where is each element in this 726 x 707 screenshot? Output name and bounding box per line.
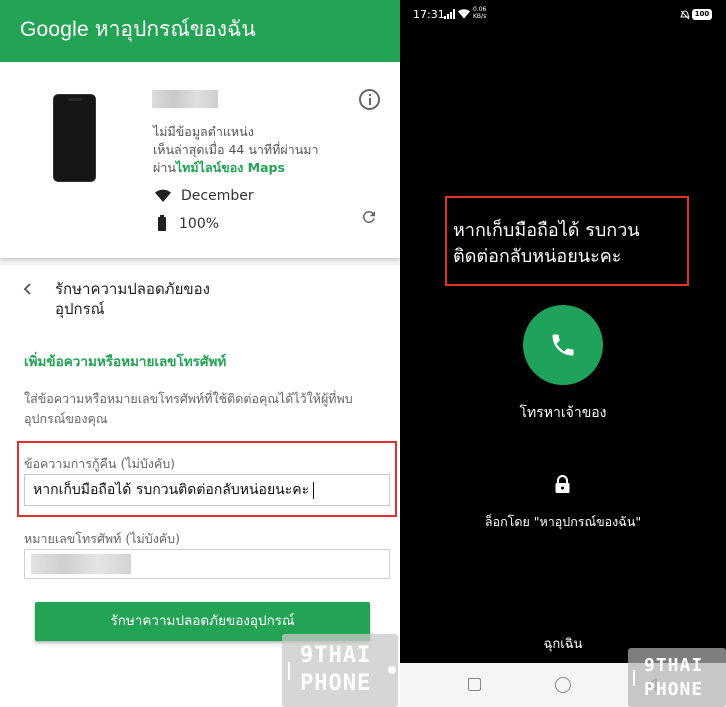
call-owner-label: โทรหาเจ้าของ xyxy=(519,405,607,421)
home-button[interactable] xyxy=(555,677,571,693)
refresh-icon[interactable] xyxy=(360,208,378,226)
status-prefix: ผ่าน xyxy=(153,160,176,175)
watermark: 9THAI PHONE xyxy=(282,634,398,707)
status-bar: 17:31 0.06 KB/s 100 xyxy=(400,0,726,28)
watermark-line-1: 9THAI xyxy=(644,655,704,676)
battery-row: 100% xyxy=(155,214,219,234)
network-speed: 0.06 KB/s xyxy=(473,6,486,20)
find-my-device-panel: Google หาอุปกรณ์ของฉัน ไม่มีข้อมูลตำแหน่… xyxy=(0,0,400,707)
watermark-bar xyxy=(633,670,635,686)
signal-icon xyxy=(444,9,455,19)
watermark-line-2: PHONE xyxy=(300,671,372,696)
watermark-line-2: PHONE xyxy=(644,679,704,700)
wifi-name: December xyxy=(181,188,254,204)
watermark: 9THAI PHONE xyxy=(628,648,726,707)
status-line-2: เห็นล่าสุดเมื่อ 44 นาทีที่ผ่านมา xyxy=(153,142,319,157)
device-name-redacted xyxy=(152,90,218,108)
recents-button[interactable] xyxy=(468,678,481,691)
status-line-1: ไม่มีข้อมูลตำแหน่ง xyxy=(153,124,254,139)
wifi-icon xyxy=(155,189,171,202)
speed-unit: KB/s xyxy=(473,13,487,20)
location-status: ไม่มีข้อมูลตำแหน่ง เห็นล่าสุดเมื่อ 44 นา… xyxy=(153,123,353,177)
recovery-message-label: ข้อความการกู้คืน (ไม่บังคับ) xyxy=(24,456,176,471)
phone-number-redacted xyxy=(31,554,131,574)
bell-off-icon xyxy=(680,10,690,20)
locked-by-text: ล็อกโดย "หาอุปกรณ์ของฉัน" xyxy=(484,514,642,529)
app-title: Google หาอุปกรณ์ของฉัน xyxy=(20,16,256,44)
device-card: ไม่มีข้อมูลตำแหน่ง เห็นล่าสุดเมื่อ 44 นา… xyxy=(0,62,400,258)
device-image xyxy=(53,94,96,182)
recovery-message-input[interactable]: หากเก็บมือถือได้ รบกวนติดต่อกลับหน่อยนะค… xyxy=(24,474,390,506)
phone-number-label: หมายเลขโทรศัพท์ (ไม่บังคับ) xyxy=(24,531,180,546)
add-message-heading: เพิ่มข้อความหรือหมายเลขโทรศัพท์ xyxy=(24,354,227,370)
battery-icon xyxy=(158,215,166,231)
watermark-dot xyxy=(388,666,396,674)
lock-icon xyxy=(555,475,570,493)
lock-screen-message: หากเก็บมือถือได้ รบกวน ติดต่อกลับหน่อยนะ… xyxy=(453,220,640,267)
phone-icon xyxy=(552,334,574,356)
secure-title: รักษาความปลอดภัยของอุปกรณ์ xyxy=(55,280,210,318)
battery-level: 100% xyxy=(179,216,220,232)
app-header: Google หาอุปกรณ์ของฉัน xyxy=(0,0,400,62)
speed-value: 0.06 xyxy=(473,6,487,13)
call-owner-button[interactable] xyxy=(523,305,603,385)
watermark-bar xyxy=(288,662,290,680)
app-name: หาอุปกรณ์ของฉัน xyxy=(94,18,256,41)
text-cursor xyxy=(313,481,315,499)
add-message-description: ใส่ข้อความหรือหมายเลขโทรศัพท์ที่ใช้ติดต่… xyxy=(24,391,353,426)
status-time: 17:31 xyxy=(413,8,445,21)
maps-timeline-link[interactable]: ไทม์ไลน์ของ Maps xyxy=(176,160,285,175)
lock-screen: 17:31 0.06 KB/s 100 หากเก็บมือถือได้ รบก… xyxy=(400,0,726,707)
chevron-left-icon[interactable] xyxy=(21,282,35,296)
wifi-row: December xyxy=(155,186,254,206)
info-icon[interactable] xyxy=(359,89,380,110)
wifi-status-icon xyxy=(458,9,470,19)
status-line-3: ผ่านไทม์ไลน์ของ Maps xyxy=(153,159,353,177)
phone-number-input[interactable] xyxy=(24,549,390,579)
watermark-line-1: 9THAI xyxy=(300,643,372,668)
google-brand: Google xyxy=(20,18,89,41)
battery-status: 100 xyxy=(692,9,712,20)
recovery-message-value: หากเก็บมือถือได้ รบกวนติดต่อกลับหน่อยนะค… xyxy=(33,482,310,498)
